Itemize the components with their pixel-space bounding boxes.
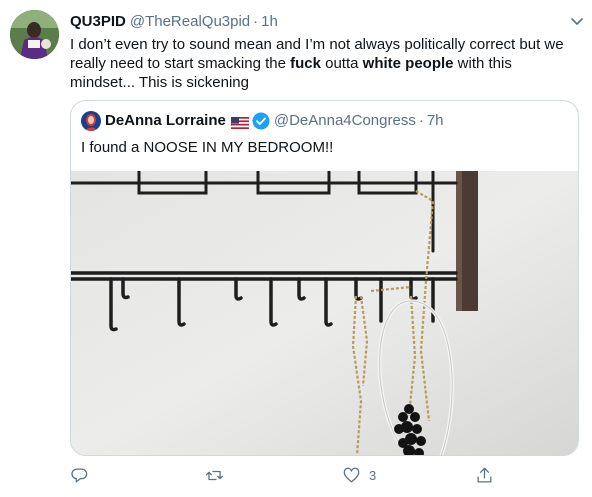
author-name[interactable]: QU3PID (70, 13, 126, 30)
quoted-tweet-photo[interactable] (71, 169, 578, 455)
quoted-tweet[interactable]: DeAnna Lorraine @DeAnna4Congress · 7h I fo… (70, 100, 579, 456)
quoted-tweet-header: DeAnna Lorraine @DeAnna4Congress · 7h (81, 111, 568, 132)
retweet-icon (205, 470, 224, 480)
tweet-header: QU3PID @TheRealQu3pid · 1h (70, 12, 582, 32)
us-flag-icon (230, 115, 250, 130)
tweet-text-part: outta (320, 55, 363, 72)
author-avatar[interactable] (10, 10, 59, 59)
verified-badge-icon (252, 112, 270, 130)
tweet-text: I don’t even try to sound mean and I’m n… (70, 35, 570, 92)
heart-icon (343, 467, 360, 482)
more-options-icon[interactable] (568, 12, 586, 30)
share-icon (477, 467, 492, 482)
retweet-button[interactable] (205, 463, 232, 487)
tweet-text-bold: fuck (290, 55, 321, 72)
quoted-tweet-text: I found a NOOSE IN MY BEDROOM!! (81, 139, 334, 156)
tweet-actions: 3 (70, 463, 510, 487)
separator-dot: · (253, 13, 259, 30)
quoted-author-avatar[interactable] (81, 111, 101, 132)
quoted-author-handle[interactable]: @DeAnna4Congress (274, 112, 416, 129)
separator-dot: · (418, 112, 424, 130)
like-button[interactable]: 3 (342, 463, 376, 487)
tweet-text-bold: white people (362, 55, 454, 72)
tweet[interactable]: QU3PID @TheRealQu3pid · 1h I don’t even try… (0, 0, 592, 497)
quoted-timestamp[interactable]: 7h (427, 112, 444, 129)
share-button[interactable] (475, 463, 502, 487)
reply-icon (71, 468, 88, 482)
quoted-author-name[interactable]: DeAnna Lorraine (105, 112, 226, 129)
reply-button[interactable] (70, 463, 97, 487)
tweet-timestamp[interactable]: 1h (261, 13, 278, 30)
author-handle[interactable]: @TheRealQu3pid (130, 13, 250, 30)
like-count: 3 (369, 467, 377, 483)
